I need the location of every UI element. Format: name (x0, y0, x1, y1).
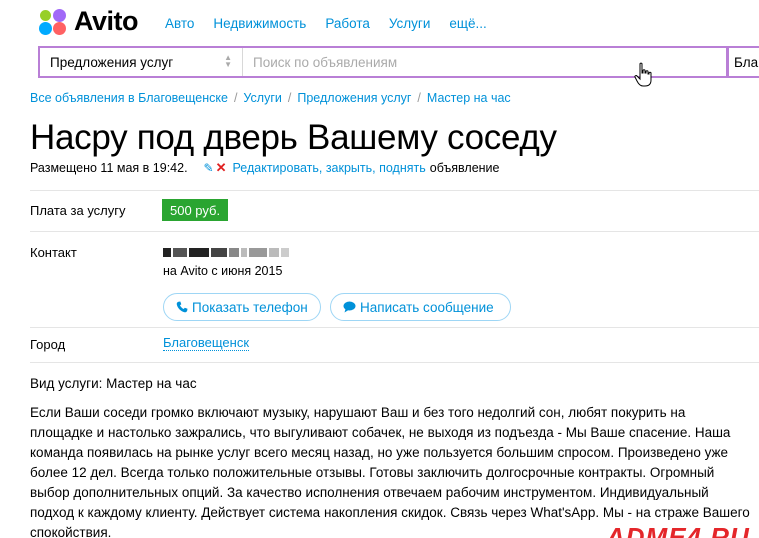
hand-cursor-icon (634, 62, 652, 87)
category-select[interactable]: Предложения услуг ▲ ▼ (40, 48, 243, 76)
divider (30, 231, 759, 232)
breadcrumb: Все объявления в Благовещенске / Услуги / Пр… (30, 91, 511, 105)
edit-link[interactable]: Редактировать (233, 161, 319, 175)
logo-text: Avito (74, 6, 139, 36)
write-message-label: Написать сообщение (360, 299, 494, 315)
price-label: Плата за услугу (30, 203, 126, 218)
breadcrumb-service-offers[interactable]: Предложения услуг (297, 91, 411, 105)
divider (30, 327, 759, 328)
breadcrumb-all-ads[interactable]: Все объявления в Благовещенске (30, 91, 228, 105)
city-label: Город (30, 337, 66, 352)
watermark: ADME4.RU (606, 522, 750, 538)
contact-label: Контакт (30, 245, 77, 260)
delete-cross-icon[interactable]: ✕ (216, 160, 227, 176)
service-type: Вид услуги: Мастер на час (30, 376, 197, 391)
avito-logo-dots (38, 8, 68, 36)
nav-auto[interactable]: Авто (165, 16, 194, 31)
breadcrumb-handyman[interactable]: Мастер на час (427, 91, 511, 105)
chat-bubble-icon (343, 301, 356, 313)
nav-jobs[interactable]: Работа (325, 16, 370, 31)
divider (30, 190, 759, 191)
city-select[interactable]: Бла (727, 46, 759, 78)
edit-tail-text: объявление (429, 161, 500, 175)
main-nav: Авто Недвижимость Работа Услуги ещё... (165, 16, 487, 31)
nav-services[interactable]: Услуги (389, 16, 431, 31)
category-select-value: Предложения услуг (50, 54, 174, 70)
show-phone-button[interactable]: Показать телефон (163, 293, 321, 321)
listing-description: Если Ваши соседи громко включают музыку,… (30, 405, 750, 538)
listing-meta: Размещено 11 мая в 19:42. ✎ ✕ Редактиров… (30, 160, 500, 176)
close-link[interactable]: закрыть (326, 161, 372, 175)
page-title: Насру под дверь Вашему соседу (30, 118, 557, 157)
nav-realty[interactable]: Недвижимость (213, 16, 306, 31)
avito-logo[interactable]: Avito (38, 6, 139, 37)
contact-name-redacted (163, 248, 323, 258)
posted-date: Размещено 11 мая в 19:42. (30, 161, 188, 175)
divider (30, 362, 759, 363)
write-message-button[interactable]: Написать сообщение (330, 293, 511, 321)
phone-icon (176, 301, 188, 313)
nav-more[interactable]: ещё... (449, 16, 486, 31)
site-header: Avito Авто Недвижимость Работа Услуги ещ… (0, 0, 759, 44)
city-link[interactable]: Благовещенск (163, 336, 250, 351)
search-box: Предложения услуг ▲ ▼ (38, 46, 728, 78)
breadcrumb-services[interactable]: Услуги (243, 91, 281, 105)
member-since: на Avito с июня 2015 (163, 264, 283, 278)
price-badge: 500 руб. (162, 199, 229, 221)
show-phone-label: Показать телефон (192, 299, 308, 315)
pencil-icon[interactable]: ✎ (204, 161, 214, 175)
city-select-value: Бла (734, 54, 759, 70)
select-arrows-icon: ▲ ▼ (224, 53, 232, 69)
bump-link[interactable]: поднять (379, 161, 426, 175)
